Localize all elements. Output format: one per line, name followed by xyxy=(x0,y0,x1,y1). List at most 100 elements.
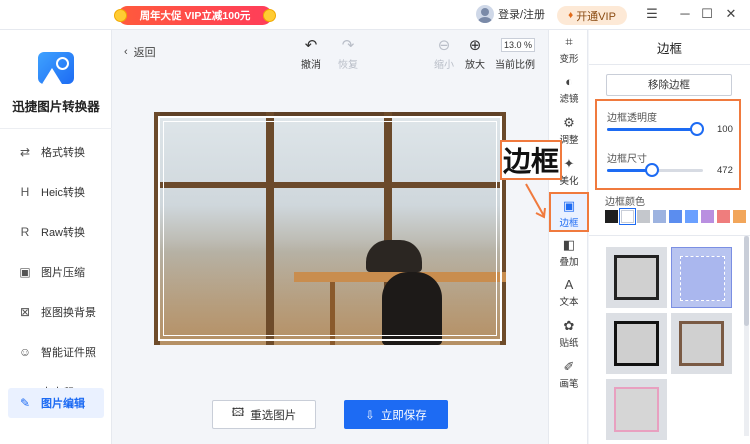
border-style-black[interactable] xyxy=(606,313,667,374)
save-now-button[interactable]: ⇩ 立即保存 xyxy=(344,400,448,429)
zoom-out-button[interactable]: ⊖ 缩小 xyxy=(428,38,460,72)
promo-text: 周年大促 VIP立减100元 xyxy=(139,10,251,22)
crop-icon: ⌗ xyxy=(565,34,573,49)
tool-border[interactable]: ▣ 边框 xyxy=(549,192,589,232)
sidebar-item-heic[interactable]: H Heic转换 xyxy=(8,178,104,206)
tool-strip: ⌗ 变形 ◐ 滤镜 ⚙ 调整 ✦ 美化 ▣ 边框 ◧ 叠加 A 文本 ✿ 贴纸 … xyxy=(548,30,589,444)
border-style-wood[interactable] xyxy=(671,313,732,374)
tool-label: 文本 xyxy=(559,297,579,308)
color-label: 边框颜色 xyxy=(605,197,645,208)
reselect-label: 重选图片 xyxy=(250,409,297,422)
border-style-rainbow[interactable] xyxy=(606,379,667,440)
current-ratio-label: 当前比例 xyxy=(495,60,535,71)
open-vip-button[interactable]: ♦ 开通VIP xyxy=(557,6,627,25)
back-button[interactable]: ‹ 返回 xyxy=(124,44,156,60)
rainbow-frame-icon xyxy=(614,387,659,432)
reselect-image-button[interactable]: 🖾 重选图片 xyxy=(212,400,316,429)
compress-icon: ▣ xyxy=(19,265,31,279)
zoom-in-button[interactable]: ⊕ 放大 xyxy=(459,38,491,72)
tool-label: 贴纸 xyxy=(559,338,579,349)
color-swatch[interactable] xyxy=(733,210,746,223)
color-swatch[interactable] xyxy=(669,210,682,223)
sidebar-item-format-convert[interactable]: ⇄ 格式转换 xyxy=(8,138,104,166)
title-bar: 周年大促 VIP立减100元 登录/注册 ♦ 开通VIP ☰ ─ ☐ ✕ xyxy=(0,0,750,30)
redo-icon: ↷ xyxy=(341,37,355,54)
app-logo-icon xyxy=(38,52,74,84)
panel-divider xyxy=(589,235,750,236)
color-swatch[interactable] xyxy=(685,210,698,223)
black-frame-icon xyxy=(614,321,659,366)
tool-sticker[interactable]: ✿ 贴纸 xyxy=(551,314,587,354)
adjust-icon: ⚙ xyxy=(563,115,575,130)
color-swatch[interactable] xyxy=(653,210,666,223)
scrollbar-thumb[interactable] xyxy=(744,236,749,326)
vip-label: 开通VIP xyxy=(576,10,616,23)
opacity-slider-handle[interactable] xyxy=(690,122,704,136)
panel-scrollbar[interactable] xyxy=(744,236,749,436)
zoom-value-field[interactable]: 13.0 % xyxy=(501,38,535,52)
remove-border-button[interactable]: 移除边框 xyxy=(606,74,732,96)
login-button[interactable]: 登录/注册 xyxy=(476,5,545,23)
tool-filter[interactable]: ◐ 滤镜 xyxy=(551,70,587,110)
film-frame-icon xyxy=(614,255,659,300)
tool-label: 调整 xyxy=(559,135,579,146)
menu-icon[interactable]: ☰ xyxy=(643,6,661,22)
sidebar-item-compress[interactable]: ▣ 图片压缩 xyxy=(8,258,104,286)
size-slider-handle[interactable] xyxy=(645,163,659,177)
opacity-slider[interactable] xyxy=(607,122,704,136)
sidebar-item-label: 图片压缩 xyxy=(41,267,85,279)
save-label: 立即保存 xyxy=(380,409,427,422)
tool-overlay[interactable]: ◧ 叠加 xyxy=(551,233,587,273)
app-name: 迅捷图片转换器 xyxy=(12,100,100,114)
sidebar-item-label: 智能证件照 xyxy=(41,347,96,359)
callout-arrow-icon xyxy=(525,183,546,219)
image-icon: 🖾 xyxy=(231,407,245,419)
sidebar-item-label: Raw转换 xyxy=(41,227,86,239)
color-swatch[interactable] xyxy=(717,210,730,223)
coin-icon xyxy=(263,9,276,22)
heic-icon: H xyxy=(20,185,30,199)
chevron-left-icon: ‹ xyxy=(124,46,128,58)
close-icon[interactable]: ✕ xyxy=(722,6,740,22)
sidebar-item-image-edit[interactable]: ✎ 图片编辑 xyxy=(8,388,104,418)
opacity-slider-fill xyxy=(607,128,697,131)
tool-label: 画笔 xyxy=(559,379,579,390)
color-swatch[interactable] xyxy=(619,208,636,225)
sidebar: 迅捷图片转换器 ⇄ 格式转换 H Heic转换 R Raw转换 ▣ 图片压缩 ⊠… xyxy=(0,30,112,444)
color-swatch[interactable] xyxy=(637,210,650,223)
sidebar-item-raw[interactable]: R Raw转换 xyxy=(8,218,104,246)
color-swatches xyxy=(605,208,746,225)
maximize-icon[interactable]: ☐ xyxy=(698,6,716,22)
border-style-film[interactable] xyxy=(606,247,667,308)
tool-transform[interactable]: ⌗ 变形 xyxy=(551,30,587,70)
undo-label: 撤消 xyxy=(301,60,321,71)
size-slider[interactable] xyxy=(607,163,703,177)
back-label: 返回 xyxy=(133,47,156,59)
tool-text[interactable]: A 文本 xyxy=(551,273,587,313)
tool-label: 边框 xyxy=(559,218,579,229)
border-style-lace[interactable] xyxy=(671,247,732,308)
opacity-label: 边框透明度 xyxy=(607,113,657,124)
raw-icon: R xyxy=(20,225,30,239)
redo-button[interactable]: ↷ 恢复 xyxy=(332,37,364,72)
save-icon: ⇩ xyxy=(365,409,375,422)
undo-button[interactable]: ↶ 撤消 xyxy=(295,38,327,72)
tool-brush[interactable]: ✐ 画笔 xyxy=(551,355,587,395)
minimize-icon[interactable]: ─ xyxy=(676,6,694,21)
sidebar-item-label: 格式转换 xyxy=(41,147,85,159)
sidebar-item-id-photo[interactable]: ☺ 智能证件照 xyxy=(8,338,104,366)
sidebar-item-label: 抠图换背景 xyxy=(41,307,96,319)
coin-icon xyxy=(114,9,127,22)
sidebar-item-cutout[interactable]: ⊠ 抠图换背景 xyxy=(8,298,104,326)
color-swatch[interactable] xyxy=(701,210,714,223)
promo-banner[interactable]: 周年大促 VIP立减100元 xyxy=(114,6,276,25)
color-swatch[interactable] xyxy=(605,210,618,223)
cutout-icon: ⊠ xyxy=(19,305,31,319)
border-callout: 边框 xyxy=(500,140,562,180)
border-panel: 边框 移除边框 边框透明度 100 边框尺寸 472 边框颜色 xyxy=(589,30,750,444)
opacity-value: 100 xyxy=(717,124,733,135)
tool-label: 滤镜 xyxy=(559,94,579,105)
id-photo-icon: ☺ xyxy=(18,345,32,359)
convert-icon: ⇄ xyxy=(19,145,31,159)
edited-photo[interactable] xyxy=(154,112,506,345)
